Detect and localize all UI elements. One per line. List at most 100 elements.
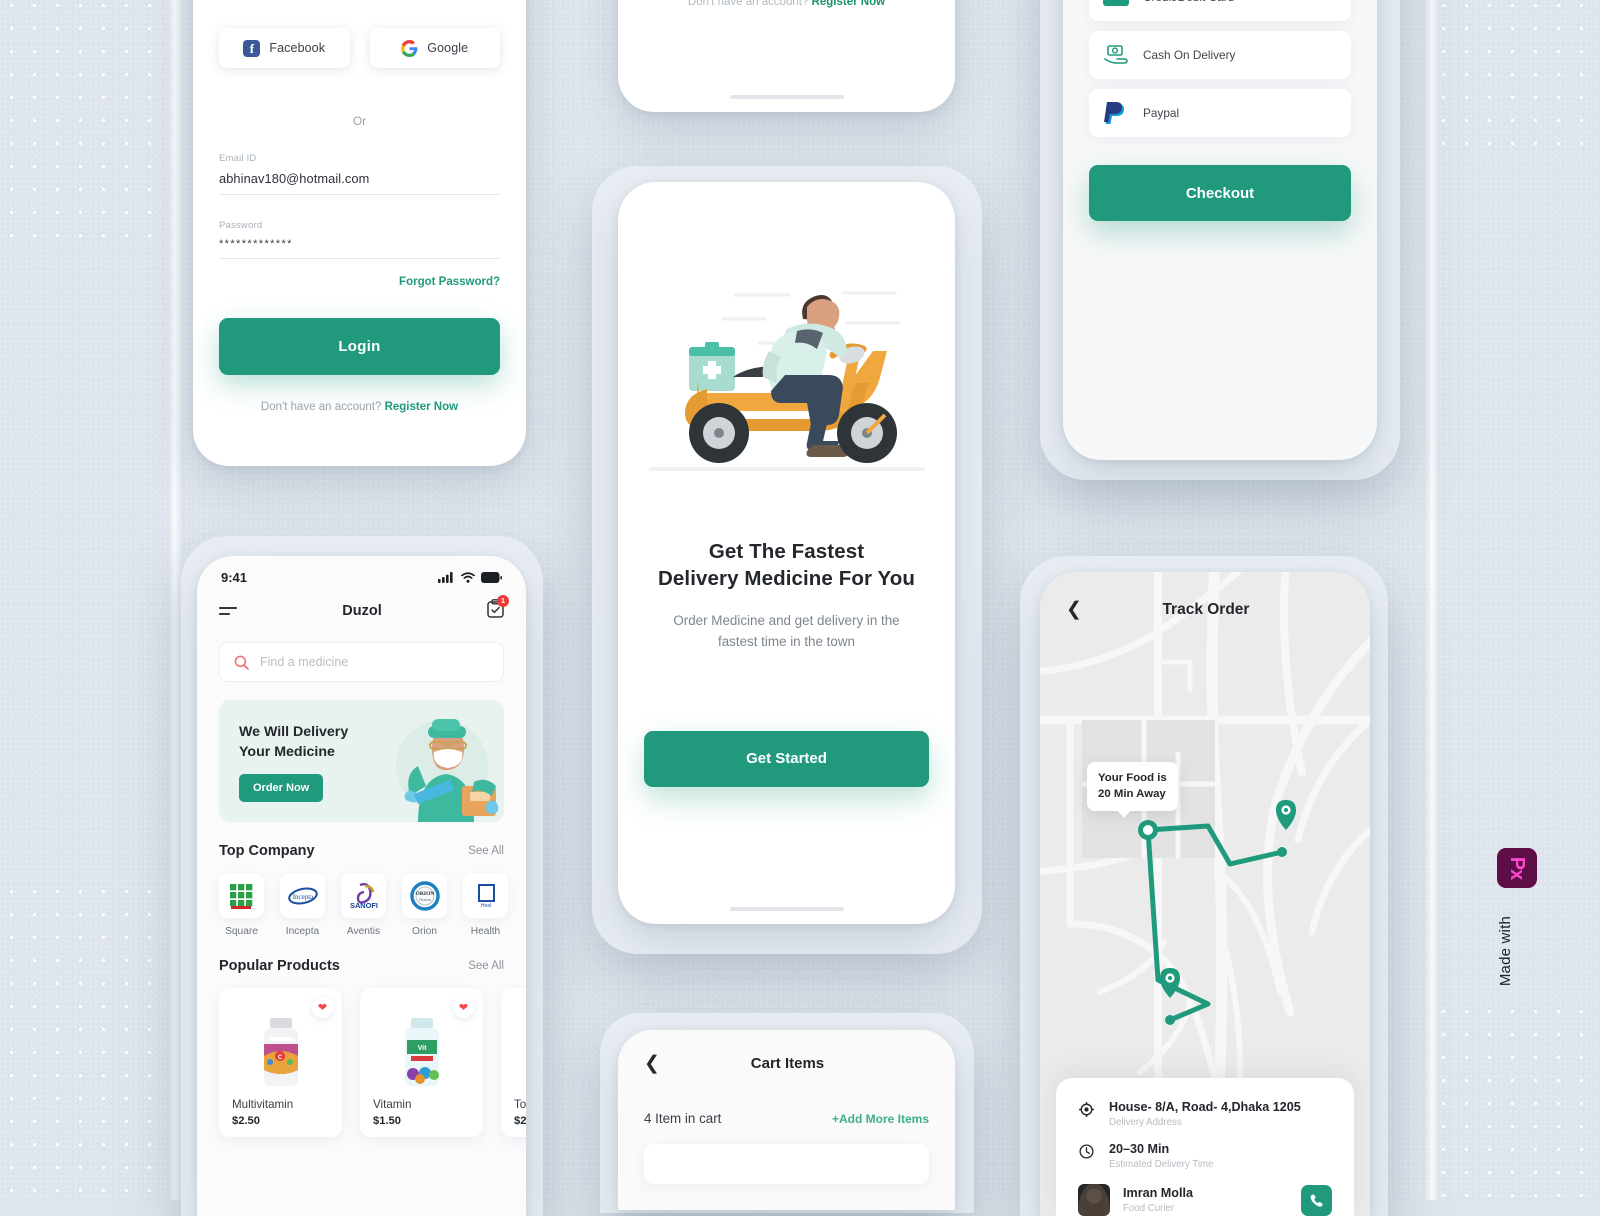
onboarding-screen: Get The Fastest Delivery Medicine For Yo…: [618, 182, 955, 924]
promo-heading: We Will Delivery Your Medicine: [219, 700, 389, 762]
search-input[interactable]: Find a medicine: [219, 642, 504, 682]
product-card[interactable]: To $2: [501, 988, 526, 1137]
company-name: Health: [470, 926, 501, 937]
payment-option-credit-card[interactable]: Credit/Debit Card: [1089, 0, 1351, 21]
google-login-button[interactable]: Google: [369, 28, 500, 68]
password-field[interactable]: Password *************: [219, 220, 500, 259]
map-view[interactable]: ❮ Track Order Your Food is 20 Min Away H…: [1040, 572, 1370, 1216]
px-logo-icon: Px: [1497, 848, 1537, 888]
product-price: $2.50: [232, 1115, 260, 1127]
call-courier-button[interactable]: [1301, 1184, 1332, 1216]
home-indicator: [729, 94, 844, 99]
payment-option-cash-on-delivery[interactable]: Cash On Delivery: [1089, 31, 1351, 79]
courier-text: Imran Molla Food Curier: [1123, 1186, 1193, 1214]
facebook-login-button[interactable]: f Facebook: [219, 28, 350, 68]
sanofi-logo-icon: SANOFI: [341, 873, 386, 918]
orders-button[interactable]: 1: [487, 595, 509, 623]
home-indicator: [729, 906, 844, 911]
company-item[interactable]: Square: [219, 873, 264, 937]
login-button[interactable]: Login: [219, 318, 500, 375]
onboarding-title: Get The Fastest Delivery Medicine For Yo…: [618, 538, 955, 593]
top-company-see-all[interactable]: See All: [468, 845, 504, 857]
email-input-value[interactable]: abhinav180@hotmail.com: [219, 171, 500, 186]
promo-banner: We Will Delivery Your Medicine Order Now: [219, 700, 504, 822]
delivery-address-label: Delivery Address: [1109, 1117, 1182, 1128]
facebook-icon: f: [243, 39, 261, 57]
top-company-title: Top Company: [219, 843, 315, 859]
delivery-eta-row: 20–30 Min Estimated Delivery Time: [1078, 1142, 1332, 1170]
search-placeholder: Find a medicine: [260, 655, 349, 669]
battery-icon: [481, 572, 502, 583]
svg-text:C: C: [277, 1055, 282, 1061]
or-divider: Or: [352, 114, 367, 128]
back-arrow-icon[interactable]: ❮: [1066, 600, 1082, 619]
register-screen-link[interactable]: Register Now: [812, 0, 886, 8]
promo-line2: Your Medicine: [239, 743, 335, 760]
scooter-illustration: [618, 182, 955, 538]
popular-products-see-all[interactable]: See All: [468, 960, 504, 972]
eta-callout: Your Food is 20 Min Away: [1087, 762, 1178, 820]
favorite-heart-icon[interactable]: ❤: [453, 997, 474, 1018]
menu-icon[interactable]: [219, 607, 237, 615]
register-screen-prompt-text: Don't have an account?: [687, 0, 812, 8]
cart-item-row[interactable]: [644, 1144, 929, 1184]
checkout-button[interactable]: Checkout: [1089, 165, 1351, 221]
onboarding-subtitle: Order Medicine and get delivery in the f…: [673, 612, 900, 650]
eta-callout-line1: Your Food is: [1098, 772, 1167, 784]
google-label: Google: [427, 41, 469, 55]
made-with-badge: Px Made with: [1497, 848, 1553, 986]
checkout-screen: Order Total $ 680.00 Shipping $00.00 Tot…: [1063, 0, 1377, 460]
get-started-button[interactable]: Get Started: [644, 730, 929, 787]
delivery-info-card: House- 8/A, Road- 4,Dhaka 1205 Delivery …: [1056, 1078, 1354, 1216]
popular-products-header: Popular Products See All: [219, 958, 504, 974]
paypal-label: Paypal: [1143, 106, 1180, 120]
app-title: Duzol: [342, 603, 382, 619]
dot-pattern-top-left: [0, 0, 168, 254]
company-list[interactable]: Square Incepta Incepta SANOFI Aventis OR…: [219, 873, 526, 937]
cart-screen: ❮ Cart Items 4 Item in cart +Add More It…: [618, 1030, 955, 1210]
clock-icon: [1078, 1142, 1095, 1159]
back-arrow-icon[interactable]: ❮: [644, 1054, 660, 1073]
cash-on-delivery-label: Cash On Delivery: [1143, 48, 1236, 62]
company-item[interactable]: ORION Pharma Orion: [402, 873, 447, 937]
company-item[interactable]: Heal Health: [463, 873, 508, 937]
company-name: Incepta: [285, 926, 320, 937]
home-screen: 9:41 Duzol 1 Find a medicine We Will Del…: [197, 556, 526, 1216]
product-name: Multivitamin: [232, 1098, 294, 1111]
product-card[interactable]: ❤ Vit Vitamin $1.50: [360, 988, 483, 1137]
register-now-link[interactable]: Register Now: [385, 401, 459, 413]
track-order-title: Track Order: [1162, 600, 1250, 618]
email-field[interactable]: Email ID abhinav180@hotmail.com: [219, 153, 500, 195]
register-screen-prompt: Don't have an account? Register Now: [618, 0, 955, 8]
facebook-label: Facebook: [269, 41, 326, 55]
dot-pattern-top-right: [1432, 0, 1600, 154]
product-card[interactable]: ❤ C Multivitamin $2.50: [219, 988, 342, 1137]
cart-header: ❮ Cart Items: [618, 1030, 955, 1073]
svg-text:Incepta: Incepta: [292, 893, 313, 901]
delivery-address-value: House- 8/A, Road- 4,Dhaka 1205: [1109, 1100, 1301, 1114]
svg-text:ORION: ORION: [415, 891, 434, 897]
credit-card-icon: [1103, 0, 1129, 6]
company-item[interactable]: SANOFI Aventis: [341, 873, 386, 937]
company-item[interactable]: Incepta Incepta: [280, 873, 325, 937]
add-more-items-link[interactable]: +Add More Items: [832, 1112, 929, 1126]
top-company-header: Top Company See All: [219, 843, 504, 859]
onboarding-title-line1: Get The Fastest: [708, 540, 865, 563]
courier-avatar: [1078, 1184, 1110, 1216]
product-name: Vitamin: [373, 1098, 412, 1111]
order-now-button[interactable]: Order Now: [239, 774, 324, 803]
company-name: Orion: [412, 926, 437, 937]
courier-name: Imran Molla: [1123, 1186, 1193, 1200]
product-list[interactable]: ❤ C Multivitamin $2.50 ❤ Vit Vitamin $1.…: [219, 988, 526, 1137]
courier-role: Food Curier: [1123, 1203, 1175, 1214]
vertical-highlight-left: [168, 0, 182, 1200]
payment-option-paypal[interactable]: Paypal: [1089, 89, 1351, 137]
phone-icon: [1310, 1193, 1323, 1207]
incepta-logo-icon: Incepta: [280, 873, 325, 918]
favorite-heart-icon[interactable]: ❤: [312, 997, 333, 1018]
app-header: Duzol 1: [197, 585, 526, 623]
password-input-value[interactable]: *************: [219, 238, 500, 250]
email-label: Email ID: [219, 153, 257, 164]
orion-logo-icon: ORION Pharma: [402, 873, 447, 918]
forgot-password-link[interactable]: Forgot Password?: [219, 276, 500, 288]
